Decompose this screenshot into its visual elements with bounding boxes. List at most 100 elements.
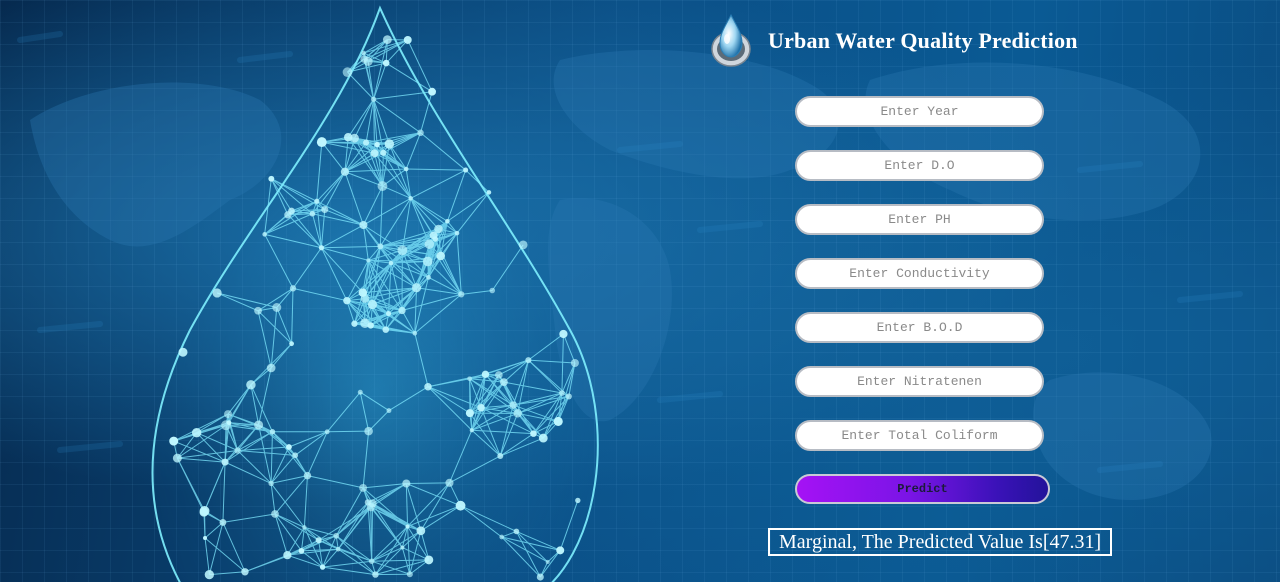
network-node bbox=[434, 224, 443, 234]
network-node bbox=[303, 471, 312, 480]
network-node bbox=[509, 401, 517, 409]
network-node bbox=[530, 430, 537, 437]
prediction-result: Marginal, The Predicted Value Is[47.31] bbox=[768, 528, 1113, 556]
network-node bbox=[204, 569, 214, 580]
app-title: Urban Water Quality Prediction bbox=[768, 28, 1078, 53]
network-node bbox=[219, 519, 227, 526]
network-node bbox=[254, 420, 264, 430]
prediction-form: Predict bbox=[795, 96, 1050, 504]
nitratenen-input[interactable] bbox=[795, 366, 1044, 397]
network-node bbox=[368, 499, 377, 508]
network-node bbox=[361, 50, 366, 56]
do-input[interactable] bbox=[795, 150, 1044, 181]
network-node bbox=[477, 403, 485, 412]
network-node bbox=[455, 500, 466, 511]
network-node bbox=[234, 447, 241, 454]
network-node bbox=[314, 198, 320, 204]
network-node bbox=[269, 429, 276, 435]
network-node bbox=[559, 390, 565, 396]
predict-button[interactable]: Predict bbox=[795, 474, 1050, 504]
network-node bbox=[360, 318, 370, 328]
network-node bbox=[203, 535, 208, 540]
network-node bbox=[309, 211, 316, 217]
network-node bbox=[370, 149, 379, 158]
network-node bbox=[556, 546, 565, 555]
network-node bbox=[495, 371, 503, 379]
bod-input[interactable] bbox=[795, 312, 1044, 343]
network-node bbox=[224, 410, 233, 419]
network-node bbox=[319, 564, 326, 570]
network-node bbox=[254, 306, 262, 315]
network-node bbox=[403, 166, 409, 172]
network-node bbox=[368, 558, 375, 564]
network-node bbox=[178, 347, 188, 357]
network-node bbox=[226, 420, 232, 426]
network-node bbox=[268, 480, 274, 487]
network-node bbox=[292, 452, 299, 459]
network-node bbox=[364, 426, 373, 436]
network-node bbox=[342, 67, 353, 78]
network-node bbox=[382, 326, 390, 333]
network-node bbox=[370, 96, 377, 102]
network-node bbox=[545, 559, 550, 565]
network-node bbox=[333, 532, 340, 539]
app-header: Urban Water Quality Prediction bbox=[710, 6, 1078, 76]
network-node bbox=[335, 546, 341, 552]
network-node bbox=[283, 551, 292, 560]
network-node bbox=[513, 528, 520, 535]
network-node bbox=[246, 380, 256, 390]
network-node bbox=[272, 303, 282, 312]
network-node bbox=[424, 239, 435, 249]
network-node bbox=[408, 196, 413, 201]
network-node bbox=[388, 260, 394, 266]
network-node bbox=[298, 548, 305, 554]
year-input[interactable] bbox=[795, 96, 1044, 127]
network-node bbox=[377, 181, 388, 191]
network-node bbox=[268, 175, 275, 182]
network-node bbox=[360, 55, 368, 63]
network-node bbox=[469, 428, 474, 433]
network-node bbox=[340, 167, 350, 176]
network-node bbox=[454, 230, 460, 236]
network-node bbox=[570, 358, 579, 367]
network-node bbox=[565, 393, 572, 400]
network-node bbox=[359, 483, 368, 492]
conductivity-input[interactable] bbox=[795, 258, 1044, 289]
network-node bbox=[374, 141, 380, 148]
network-node bbox=[363, 139, 370, 146]
network-node bbox=[191, 427, 202, 438]
network-node bbox=[538, 433, 548, 443]
network-node bbox=[359, 220, 368, 230]
network-node bbox=[397, 245, 408, 256]
network-node bbox=[372, 571, 379, 578]
total-coliform-input[interactable] bbox=[795, 420, 1044, 451]
network-node bbox=[366, 258, 371, 263]
network-node bbox=[271, 510, 279, 518]
network-node bbox=[385, 311, 392, 317]
network-node bbox=[497, 452, 504, 459]
water-drop-logo-icon bbox=[711, 13, 751, 67]
ph-input[interactable] bbox=[795, 204, 1044, 235]
network-node bbox=[445, 218, 450, 224]
network-node bbox=[324, 429, 330, 435]
network-node bbox=[422, 256, 433, 267]
network-node bbox=[286, 444, 292, 450]
network-node bbox=[402, 479, 411, 488]
network-node bbox=[380, 149, 387, 156]
network-node bbox=[445, 478, 454, 487]
network-node bbox=[499, 534, 505, 540]
network-node bbox=[321, 205, 329, 214]
network-node bbox=[358, 288, 368, 297]
network-link bbox=[406, 482, 450, 485]
network-node bbox=[500, 378, 508, 387]
network-node bbox=[486, 190, 492, 195]
network-node bbox=[382, 35, 392, 45]
network-node bbox=[428, 87, 436, 96]
network-node bbox=[525, 357, 532, 364]
network-node bbox=[575, 497, 581, 504]
network-node bbox=[289, 285, 297, 292]
network-node bbox=[513, 409, 522, 418]
network-node bbox=[302, 525, 307, 530]
network-node bbox=[262, 232, 267, 237]
network-node bbox=[212, 288, 222, 298]
